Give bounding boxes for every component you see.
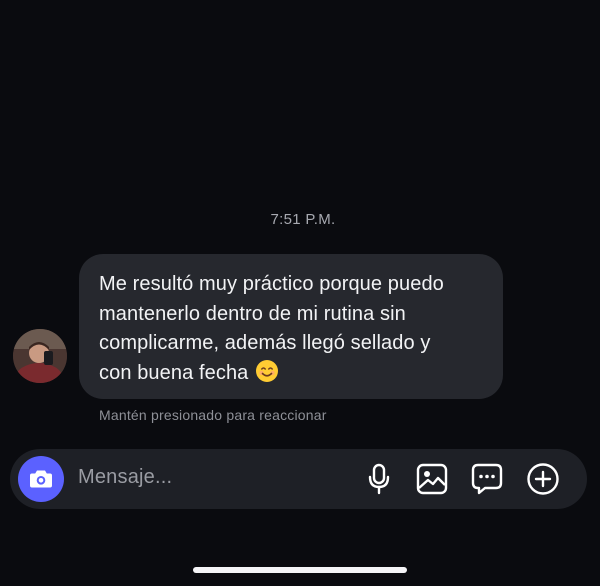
sticker-icon	[471, 463, 503, 495]
message-bubble[interactable]: Me resultó muy práctico porque puedo man…	[79, 254, 503, 399]
camera-icon	[30, 470, 52, 488]
home-indicator[interactable]	[193, 567, 407, 573]
microphone-icon	[368, 463, 390, 495]
avatar[interactable]	[13, 329, 67, 383]
plus-button[interactable]	[526, 462, 560, 496]
microphone-button[interactable]	[362, 462, 396, 496]
reaction-hint: Mantén presionado para reaccionar	[99, 407, 327, 423]
message-composer: Mensaje...	[10, 449, 587, 509]
sticker-button[interactable]	[470, 462, 504, 496]
message-input[interactable]: Mensaje...	[78, 466, 172, 489]
gallery-button[interactable]	[415, 462, 449, 496]
avatar-photo	[13, 329, 67, 383]
plus-circle-icon	[527, 463, 559, 495]
gallery-icon	[416, 463, 448, 495]
message-timestamp: 7:51 P.M.	[270, 211, 336, 228]
camera-button[interactable]	[18, 456, 64, 502]
smiling-face-icon	[255, 359, 278, 382]
